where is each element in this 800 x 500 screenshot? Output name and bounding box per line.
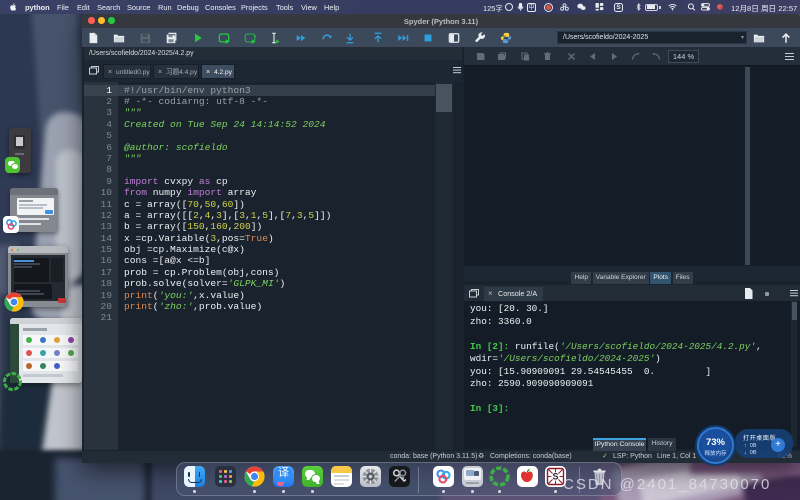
svg-text:S: S [552,472,558,482]
